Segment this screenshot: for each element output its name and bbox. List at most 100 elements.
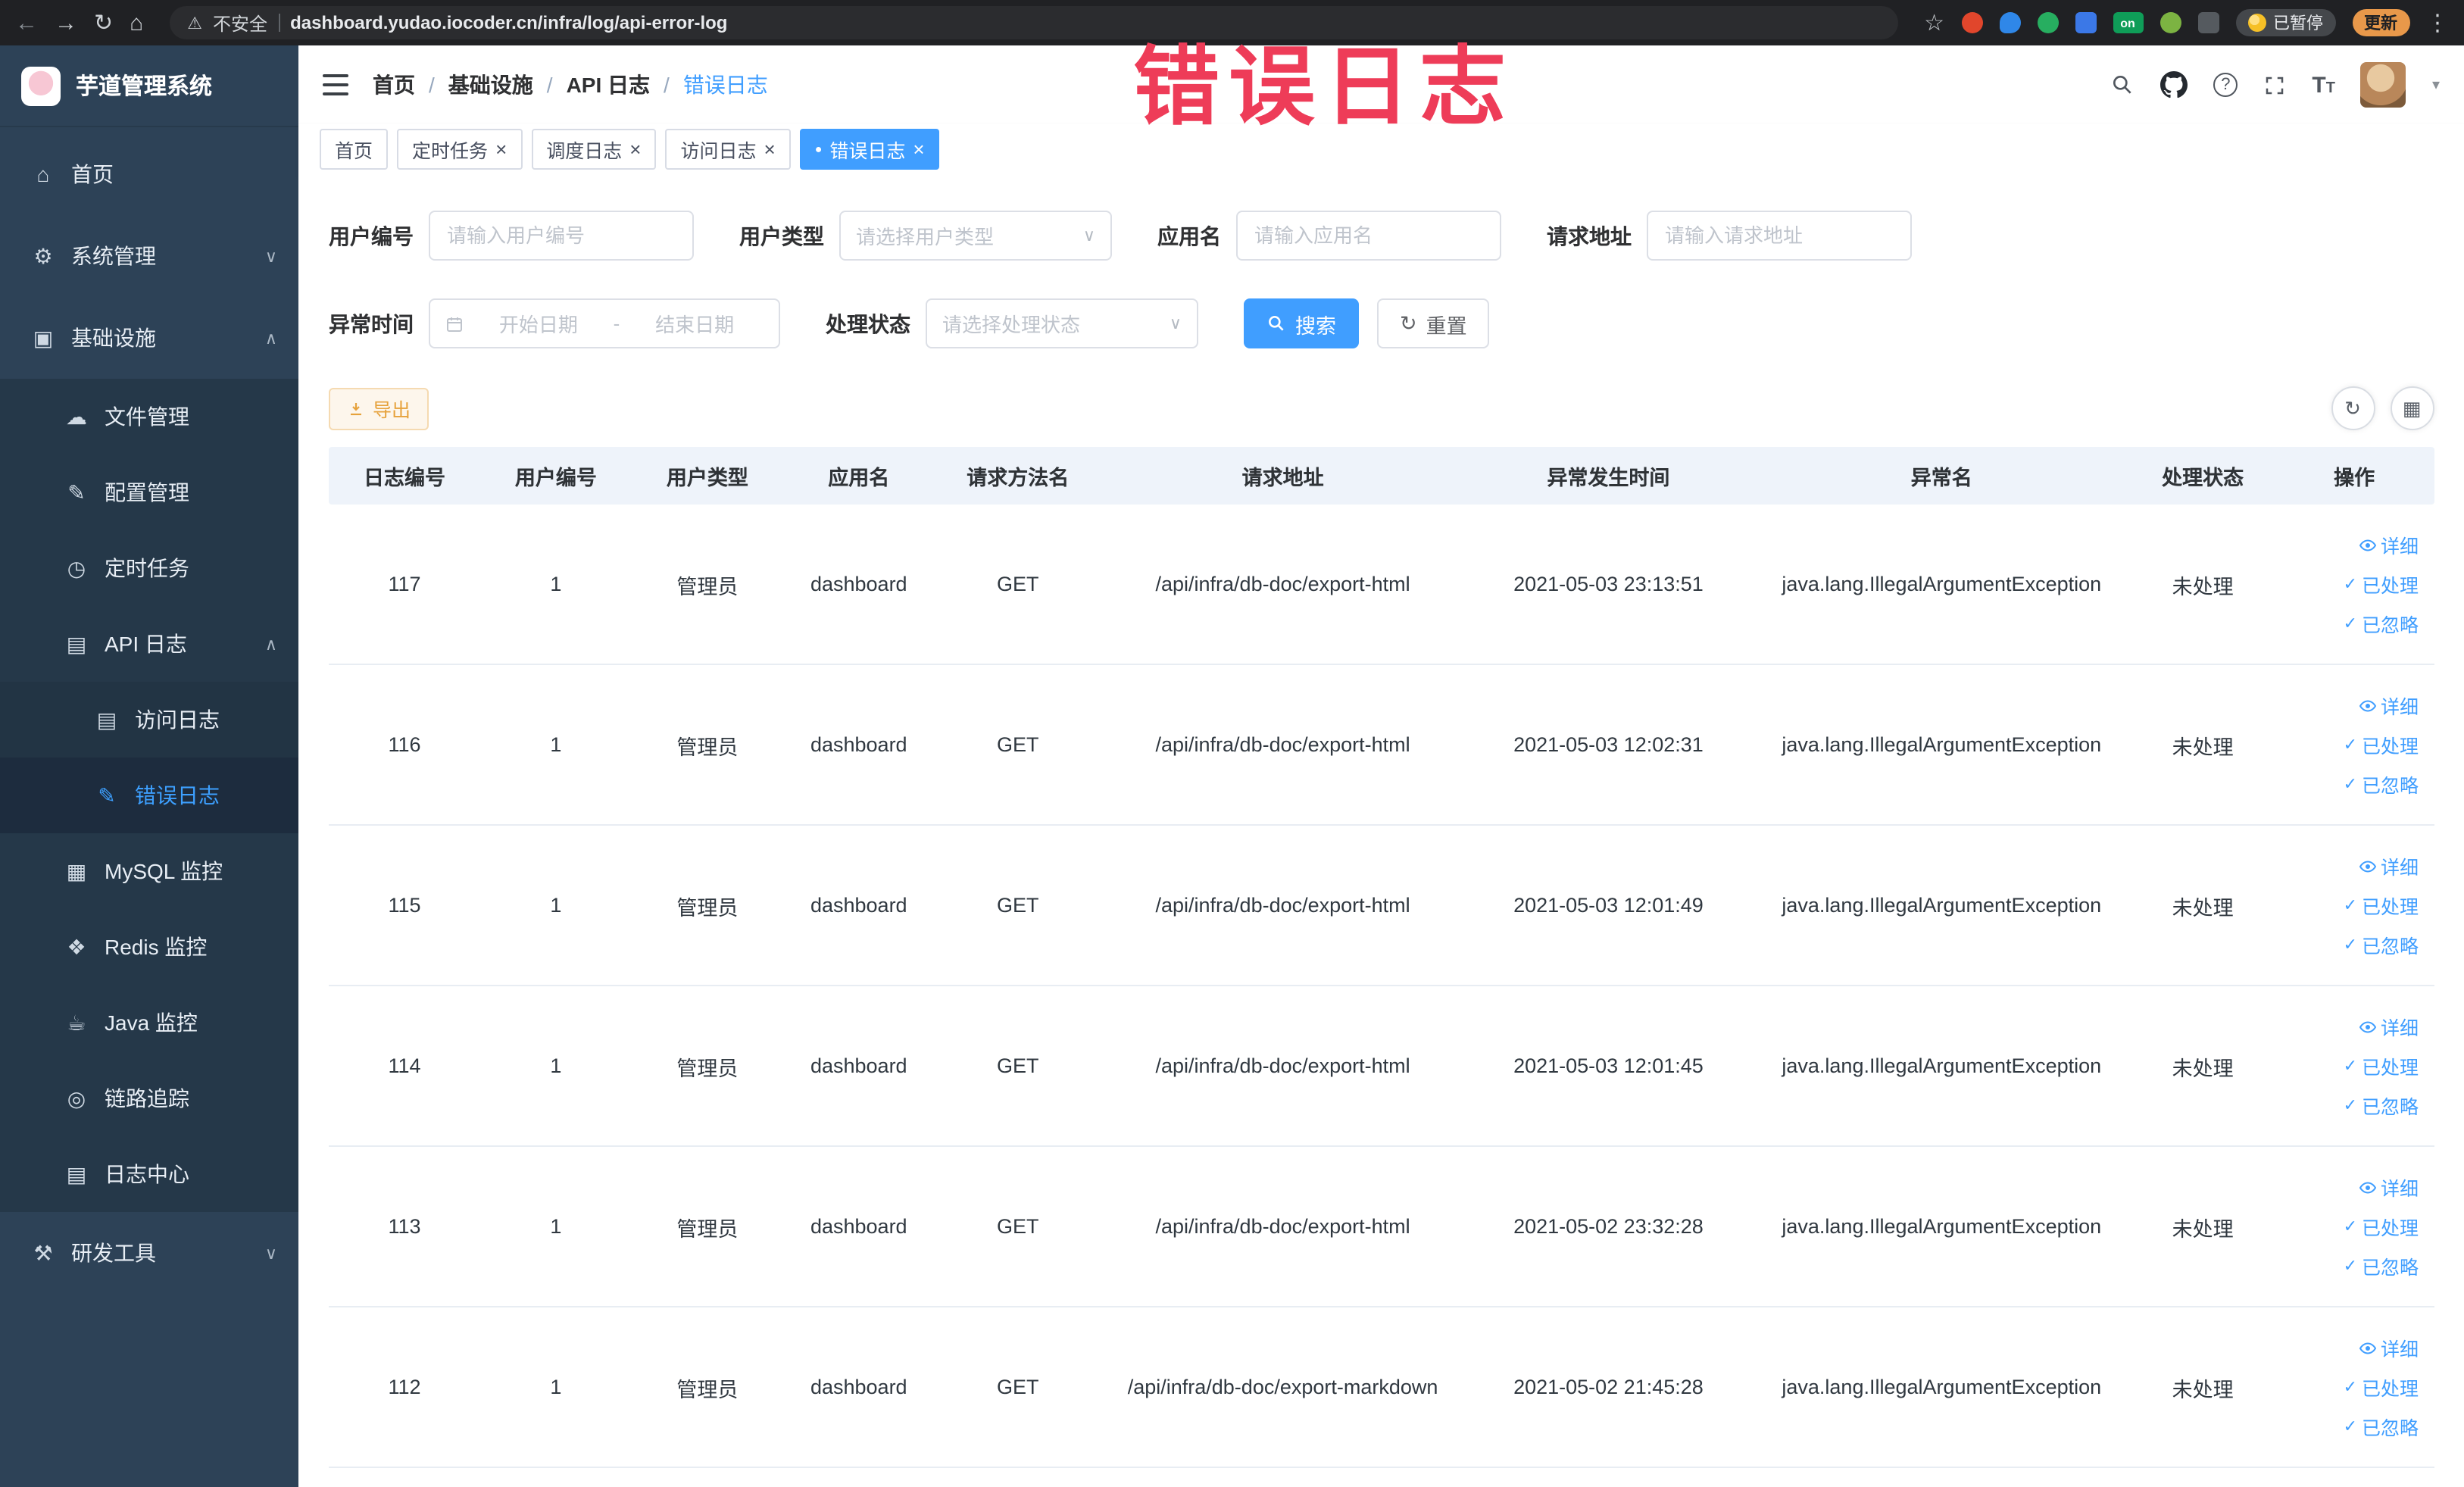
exception-time-range-picker[interactable]: 开始日期 - 结束日期 — [429, 298, 780, 348]
sidebar-item-java-monitor[interactable]: ☕ Java 监控 — [0, 985, 298, 1061]
update-button[interactable]: 更新 — [2352, 9, 2409, 36]
check-icon: ✓ — [2343, 776, 2358, 794]
chevron-up-icon: ∧ — [264, 636, 277, 654]
extension-on-badge[interactable]: on — [2113, 12, 2143, 33]
check-icon: ✓ — [2343, 1057, 2358, 1076]
sidebar-item-file-manage[interactable]: ☁ 文件管理 — [0, 379, 298, 455]
breadcrumb-item[interactable]: 首页 — [373, 70, 415, 100]
help-icon[interactable]: ? — [2213, 73, 2238, 97]
chevron-down-icon: ∨ — [1082, 227, 1095, 245]
detail-link[interactable]: 详细 — [2358, 691, 2419, 720]
tab-error-log[interactable]: ● 错误日志 × — [799, 129, 940, 170]
user-type-select[interactable]: 请选择用户类型 ∨ — [839, 211, 1112, 261]
app-name-input[interactable] — [1236, 211, 1501, 261]
sidebar-item-system[interactable]: ⚙ 系统管理 ∨ — [0, 215, 298, 297]
sidebar-item-error-log[interactable]: ✎ 错误日志 — [0, 758, 298, 833]
status-text: 未处理 — [2172, 1378, 2234, 1401]
column-settings-button[interactable]: ▦ — [2390, 386, 2434, 430]
close-icon[interactable]: × — [629, 139, 641, 159]
address-bar[interactable]: ⚠ 不安全 dashboard.yudao.iocoder.cn/infra/l… — [169, 6, 1899, 39]
mark-processed-link[interactable]: ✓ 已处理 — [2344, 730, 2419, 759]
status-select[interactable]: 请选择处理状态 ∨ — [926, 298, 1198, 348]
sidebar-item-redis-monitor[interactable]: ❖ Redis 监控 — [0, 909, 298, 985]
tab-home[interactable]: 首页 — [320, 129, 389, 170]
search-icon[interactable] — [2110, 73, 2135, 97]
font-size-icon[interactable]: TT — [2312, 73, 2335, 96]
extension-icon[interactable] — [1961, 12, 1982, 33]
divider — [278, 14, 280, 32]
columns-icon: ▦ — [2402, 396, 2422, 419]
reset-button[interactable]: ↻ 重置 — [1377, 298, 1490, 348]
extension-icon[interactable] — [2160, 12, 2181, 33]
forward-icon[interactable]: → — [55, 11, 77, 34]
sidebar-item-mysql-monitor[interactable]: ▦ MySQL 监控 — [0, 833, 298, 909]
close-icon[interactable]: × — [495, 139, 507, 159]
status-text: 未处理 — [2172, 736, 2234, 758]
detail-link[interactable]: 详细 — [2358, 1333, 2419, 1362]
breadcrumb-item[interactable]: API 日志 — [567, 70, 650, 100]
mark-processed-link[interactable]: ✓ 已处理 — [2344, 891, 2419, 920]
extension-icon[interactable] — [2037, 12, 2058, 33]
database-icon: ▦ — [66, 858, 87, 883]
caret-down-icon[interactable]: ▾ — [2432, 77, 2440, 93]
tab-access-log[interactable]: 访问日志 × — [665, 129, 791, 170]
reload-icon[interactable]: ↻ — [94, 11, 113, 34]
detail-link[interactable]: 详细 — [2358, 1173, 2419, 1201]
fullscreen-icon[interactable] — [2263, 73, 2286, 96]
filter-row-1: 用户编号 用户类型 请选择用户类型 ∨ 应用名 请求地址 — [329, 211, 2434, 261]
sidebar-item-infra[interactable]: ▣ 基础设施 ∧ — [0, 297, 298, 379]
sidebar-item-trace[interactable]: ◎ 链路追踪 — [0, 1061, 298, 1136]
eye-icon — [2358, 860, 2376, 872]
app-logo[interactable]: 芋道管理系统 — [0, 45, 298, 127]
app-title: 芋道管理系统 — [76, 74, 213, 100]
chevron-up-icon: ∧ — [264, 330, 277, 348]
home-icon[interactable]: ⌂ — [130, 11, 143, 34]
sidebar-item-config-manage[interactable]: ✎ 配置管理 — [0, 455, 298, 530]
request-url-input[interactable] — [1647, 211, 1912, 261]
search-button[interactable]: 搜索 — [1244, 298, 1359, 348]
tab-scheduled-jobs[interactable]: 定时任务 × — [397, 129, 523, 170]
paused-badge[interactable]: 已暂停 — [2235, 9, 2335, 36]
close-icon[interactable]: × — [764, 139, 776, 159]
mark-processed-link[interactable]: ✓ 已处理 — [2344, 570, 2419, 598]
refresh-icon: ↻ — [2344, 396, 2361, 419]
export-button[interactable]: 导出 — [329, 387, 429, 430]
sidebar-item-access-log[interactable]: ▤ 访问日志 — [0, 682, 298, 758]
sidebar-item-api-log[interactable]: ▤ API 日志 ∧ — [0, 606, 298, 682]
extension-icon[interactable] — [1999, 12, 2020, 33]
mark-ignored-link[interactable]: ✓ 已忽略 — [2344, 609, 2419, 638]
collapse-sidebar-icon[interactable] — [323, 74, 348, 95]
sidebar-item-scheduled-jobs[interactable]: ◷ 定时任务 — [0, 530, 298, 606]
user-avatar[interactable] — [2360, 62, 2406, 108]
mark-ignored-link[interactable]: ✓ 已忽略 — [2344, 770, 2419, 798]
bookmark-star-icon[interactable]: ☆ — [1924, 11, 1944, 34]
table-row: 113 1 管理员 dashboard GET /api/infra/db-do… — [329, 1147, 2434, 1307]
back-icon[interactable]: ← — [15, 11, 38, 34]
breadcrumb-item[interactable]: 基础设施 — [448, 70, 533, 100]
close-icon[interactable]: × — [913, 139, 924, 159]
extensions-puzzle-icon[interactable] — [2197, 12, 2219, 33]
breadcrumb-current: 错误日志 — [682, 73, 768, 97]
mark-ignored-link[interactable]: ✓ 已忽略 — [2344, 930, 2419, 959]
table-row: 114 1 管理员 dashboard GET /api/infra/db-do… — [329, 986, 2434, 1147]
mark-ignored-link[interactable]: ✓ 已忽略 — [2344, 1091, 2419, 1120]
user-id-input[interactable] — [429, 211, 694, 261]
detail-link[interactable]: 详细 — [2358, 530, 2419, 559]
extension-icon[interactable] — [2075, 12, 2096, 33]
edit-icon: ✎ — [67, 480, 86, 504]
browser-menu-icon[interactable]: ⋮ — [2426, 11, 2449, 34]
mark-ignored-link[interactable]: ✓ 已忽略 — [2344, 1251, 2419, 1280]
detail-link[interactable]: 详细 — [2358, 1012, 2419, 1041]
github-icon[interactable] — [2160, 71, 2188, 98]
detail-link[interactable]: 详细 — [2358, 851, 2419, 880]
mark-processed-link[interactable]: ✓ 已处理 — [2344, 1212, 2419, 1241]
refresh-button[interactable]: ↻ — [2331, 386, 2375, 430]
tab-schedule-log[interactable]: 调度日志 × — [531, 129, 657, 170]
mark-ignored-link[interactable]: ✓ 已忽略 — [2344, 1412, 2419, 1441]
sidebar-item-home[interactable]: ⌂ 首页 — [0, 133, 298, 215]
mark-processed-link[interactable]: ✓ 已处理 — [2344, 1051, 2419, 1080]
mark-processed-link[interactable]: ✓ 已处理 — [2344, 1373, 2419, 1401]
sidebar-item-log-center[interactable]: ▤ 日志中心 — [0, 1136, 298, 1212]
sidebar-item-dev-tools[interactable]: ⚒ 研发工具 ∨ — [0, 1212, 298, 1294]
calendar-icon — [447, 317, 462, 331]
